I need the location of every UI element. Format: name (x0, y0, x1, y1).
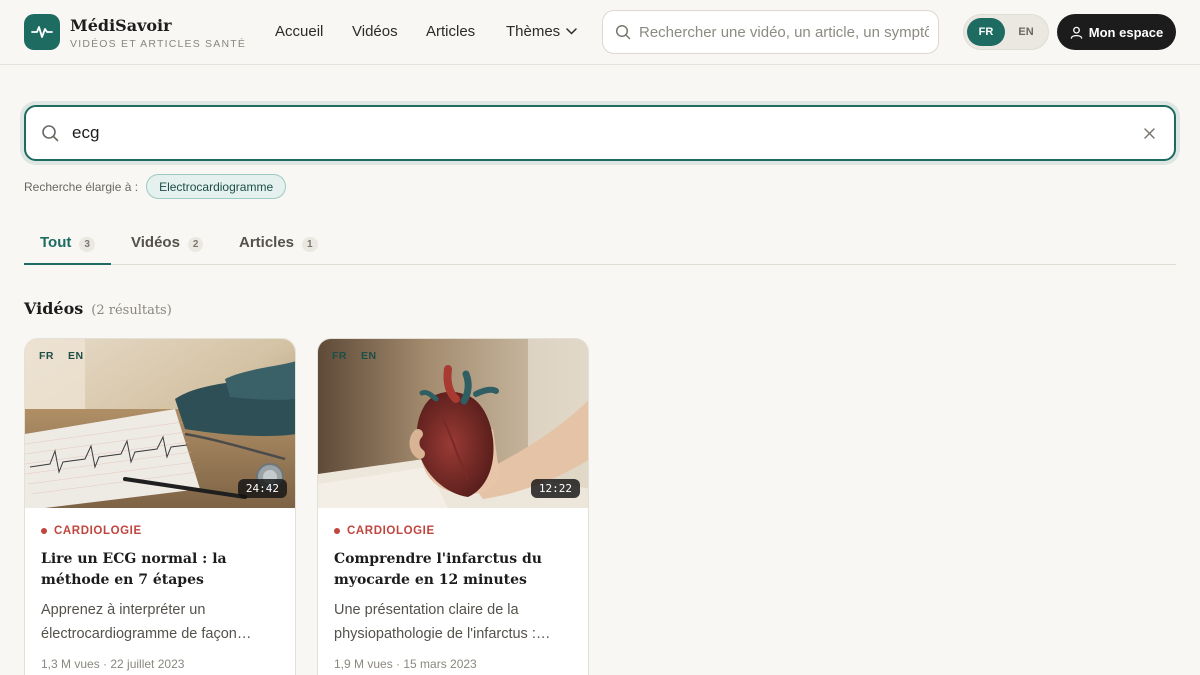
video-duration: 12:22 (530, 479, 580, 498)
video-thumbnail-ecg-paper[interactable]: FR EN 24:42 (25, 339, 295, 508)
category-label: CARDIOLOGIE (347, 525, 435, 537)
lang-fr-button[interactable]: FR (967, 18, 1005, 46)
brand-name[interactable]: MédiSavoir (70, 16, 172, 35)
video-card[interactable]: FR EN 24:42 CARDIOLOGIE Lire un ECG norm… (24, 338, 296, 675)
brand-tagline: VIDÉOS ET ARTICLES SANTÉ (70, 38, 247, 50)
lang-badge-en: EN (361, 350, 377, 362)
video-duration: 24:42 (237, 479, 287, 498)
tab-all-label: Tout (40, 234, 72, 251)
card-title[interactable]: Comprendre l'infarctus du myocarde en 12… (334, 549, 579, 591)
clear-search-button[interactable] (1140, 124, 1158, 142)
tab-all[interactable]: Tout 3 (24, 222, 111, 265)
lang-en-button[interactable]: EN (1007, 18, 1045, 46)
account-label: Mon espace (1088, 24, 1164, 40)
category-label: CARDIOLOGIE (54, 525, 142, 537)
language-switch: FR EN (963, 14, 1049, 50)
chevron-down-icon (566, 28, 577, 35)
nav-articles[interactable]: Articles (426, 23, 475, 40)
main-search-input[interactable] (72, 123, 1112, 143)
header-search-field[interactable] (602, 10, 939, 54)
account-button[interactable]: Mon espace (1057, 14, 1176, 50)
nav-themes-label: Thèmes (506, 23, 561, 40)
card-meta: 1,9 M vues · 15 mars 2023 (334, 657, 477, 671)
category-dot-icon (334, 528, 340, 534)
broadened-search: Recherche élargie à : Electrocardiogramm… (24, 174, 287, 199)
card-category: CARDIOLOGIE (41, 525, 142, 537)
nav-home[interactable]: Accueil (275, 23, 323, 40)
tab-articles-count: 1 (302, 237, 318, 252)
videos-section-header: Vidéos (2 résultats) (24, 299, 172, 318)
heartbeat-logo-icon[interactable] (24, 14, 60, 50)
tab-articles[interactable]: Articles 1 (239, 222, 318, 265)
card-description: Une présentation claire de la physiopath… (334, 602, 551, 642)
video-thumbnail-heart-model[interactable]: FR EN 12:22 (318, 339, 588, 508)
broadened-term-chip[interactable]: Electrocardiogramme (146, 174, 287, 199)
main-search-field[interactable] (24, 105, 1176, 161)
close-icon (1143, 127, 1155, 139)
results-tabs: Tout 3 Vidéos 2 Articles 1 (24, 222, 1176, 265)
header-search-input[interactable] (639, 23, 929, 41)
user-icon (1070, 26, 1083, 39)
tab-articles-label: Articles (239, 234, 295, 251)
card-description: Apprenez à interpréter un électrocardiog… (41, 602, 252, 642)
search-icon (615, 24, 631, 40)
category-dot-icon (41, 528, 47, 534)
tab-videos[interactable]: Vidéos 2 (131, 222, 204, 265)
lang-badge-fr: FR (332, 350, 347, 362)
tab-videos-count: 2 (187, 237, 204, 252)
search-icon (42, 125, 59, 142)
nav-themes-dropdown[interactable]: Thèmes (506, 23, 577, 40)
card-title[interactable]: Lire un ECG normal : la méthode en 7 éta… (41, 549, 286, 591)
lang-badge-en: EN (68, 350, 84, 362)
section-result-count: (2 résultats) (91, 303, 172, 318)
section-title: Vidéos (24, 299, 84, 318)
card-category: CARDIOLOGIE (334, 525, 435, 537)
card-meta: 1,3 M vues · 22 juillet 2023 (41, 657, 185, 671)
video-card[interactable]: FR EN 12:22 CARDIOLOGIE Comprendre l'inf… (317, 338, 589, 675)
top-header: MédiSavoir VIDÉOS ET ARTICLES SANTÉ Accu… (0, 0, 1200, 65)
lang-badge-fr: FR (39, 350, 54, 362)
broadened-label: Recherche élargie à : (24, 179, 139, 194)
nav-videos[interactable]: Vidéos (352, 23, 398, 40)
tab-videos-label: Vidéos (131, 234, 180, 251)
tab-all-count: 3 (79, 237, 95, 252)
